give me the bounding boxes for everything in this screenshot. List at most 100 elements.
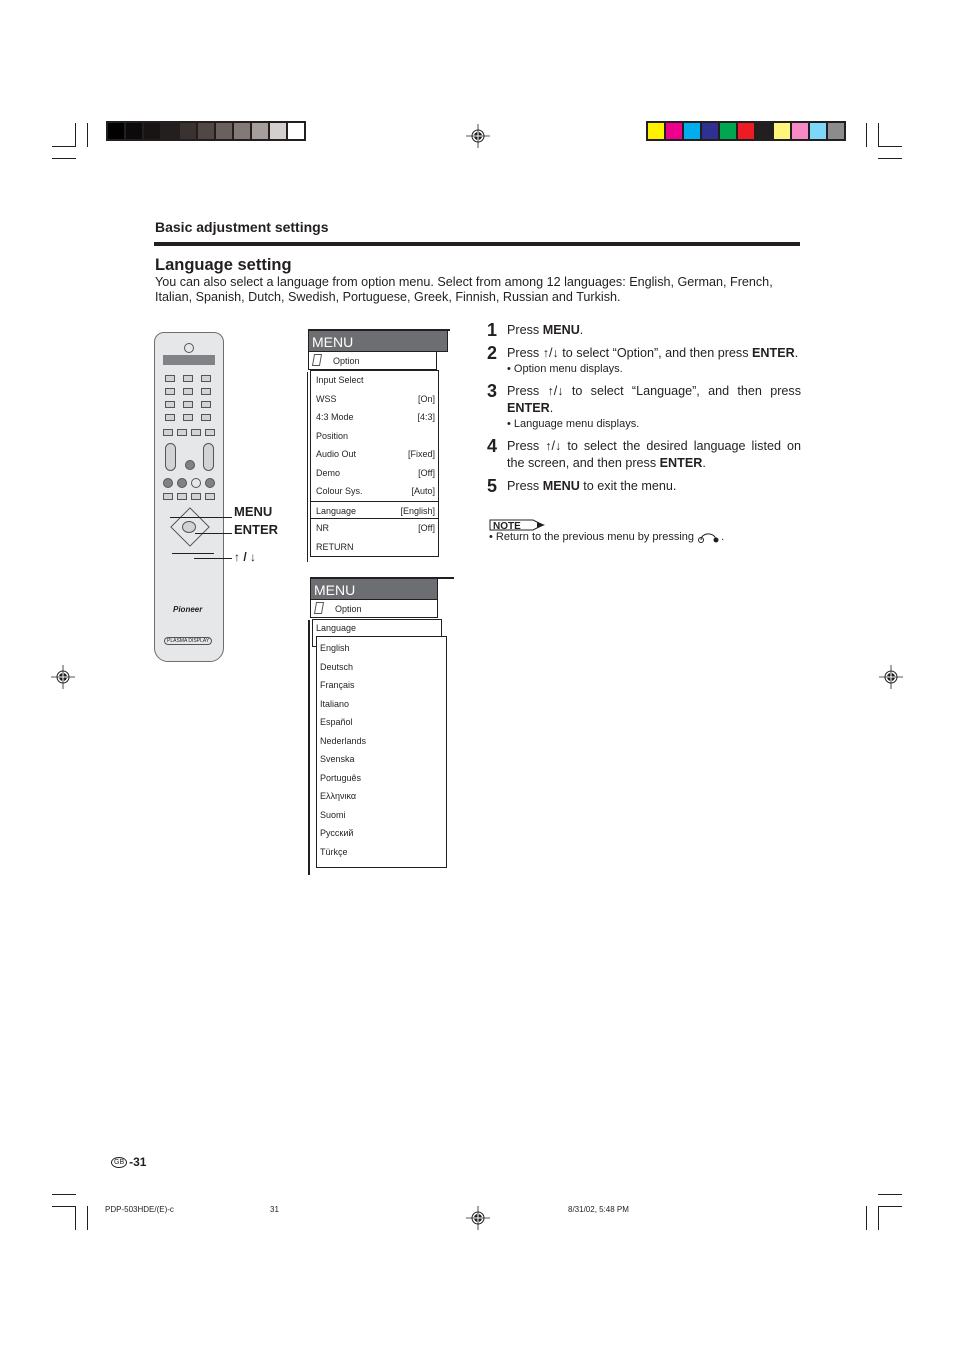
color-swatch <box>252 123 268 139</box>
language-label: Nederlands <box>320 735 367 746</box>
brand-logo: Pioneer <box>173 605 203 614</box>
language-label: Svenska <box>320 754 355 764</box>
remote-button <box>183 388 193 395</box>
print-timestamp: 8/31/02, 5:48 PM <box>568 1205 629 1214</box>
crop-mark <box>878 1194 902 1195</box>
language-option[interactable]: Svenska <box>317 750 446 769</box>
grayscale-color-bar <box>106 121 306 141</box>
remote-button <box>201 375 211 382</box>
color-swatch <box>648 123 664 139</box>
color-swatch <box>828 123 844 139</box>
callout-line <box>194 558 232 559</box>
step-3: 3 Press ↑/↓ to select “Language”, and the… <box>487 382 801 432</box>
crop-mark <box>52 146 75 147</box>
menu-item-nr[interactable]: NR [Off] <box>311 519 438 538</box>
cmyk-color-bar <box>646 121 846 141</box>
step-note: • Language menu displays. <box>507 418 640 430</box>
menu-item-language[interactable]: Language [English] <box>310 500 439 519</box>
power-button <box>184 343 194 353</box>
model-label: PLASMA DISPLAY <box>164 637 213 645</box>
language-label: Español <box>320 717 353 727</box>
step-text-key: ENTER <box>659 456 703 470</box>
menu-item-return[interactable]: RETURN <box>311 538 438 557</box>
menu-callout: MENU <box>234 504 273 519</box>
language-label: Deutsch <box>320 661 354 672</box>
step-text-post: . <box>794 346 799 360</box>
language-list: English Deutsch Français Italiano Español Ned… <box>316 636 447 868</box>
color-swatch <box>234 123 250 139</box>
remote-button <box>165 401 175 408</box>
color-swatch <box>702 123 718 139</box>
menu-item-input-select[interactable]: Input Select <box>311 371 438 390</box>
language-option[interactable]: Español <box>317 713 446 732</box>
menu-item-position[interactable]: Position <box>311 427 438 446</box>
color-swatch <box>756 123 772 139</box>
step-note: • Option menu displays. <box>507 363 623 375</box>
menu-item-audio-out[interactable]: Audio Out [Fixed] <box>311 445 438 464</box>
color-swatch <box>108 123 124 139</box>
doc-id: PDP-503HDE/(E)-c <box>105 1205 174 1214</box>
color-swatch <box>738 123 754 139</box>
step-text-pre: Press <box>507 479 543 493</box>
remote-button <box>191 493 201 500</box>
step-text-pre: Press <box>507 323 543 337</box>
step-number: 2 <box>487 343 498 363</box>
menu-item-colour-sys[interactable]: Colour Sys. [Auto] <box>311 482 438 501</box>
step-text-key: ENTER <box>752 346 795 360</box>
language-option[interactable]: Deutsch <box>317 658 446 677</box>
section-divider <box>154 242 800 246</box>
option-menu-list: Input Select WSS [On] 4:3 Mode [4:3] Position… <box>310 370 439 557</box>
color-swatch <box>144 123 160 139</box>
menu-item-value: [Fixed] <box>407 449 435 459</box>
color-swatch <box>810 123 826 139</box>
page-number-text: -31 <box>129 1155 147 1169</box>
menu-option-tab[interactable]: Option <box>310 600 438 618</box>
step-text-pre: Press ↑/↓ to select “Option”, and then p… <box>507 346 752 360</box>
page-title: Language setting <box>155 256 292 274</box>
menu-item-value: [Off] <box>418 523 435 533</box>
menu-option-tab[interactable]: Option <box>308 352 437 370</box>
color-swatch <box>126 123 142 139</box>
volume-rocker <box>203 443 214 471</box>
language-option[interactable]: Français <box>317 676 446 695</box>
menu-item-wss[interactable]: WSS [On] <box>311 390 438 409</box>
remote-button <box>205 429 215 436</box>
menu-item-label: NR <box>316 523 329 533</box>
step-1: 1 Press MENU. <box>487 321 801 339</box>
menu-item-label: RETURN <box>316 541 354 552</box>
remote-button <box>205 493 215 500</box>
menu-item-value: [On] <box>417 393 435 404</box>
channel-rocker <box>165 443 176 471</box>
language-label: Türkçe <box>320 846 348 857</box>
arrows-callout: ↑ / ↓ <box>234 550 257 564</box>
instruction-steps: 1 Press MENU. 2 Press ↑/↓ to select “Option… <box>487 321 801 501</box>
language-option[interactable]: Türkçe <box>317 843 446 862</box>
remote-button <box>201 388 211 395</box>
crop-mark <box>878 1206 879 1230</box>
language-option[interactable]: Suomi <box>317 806 446 825</box>
language-option[interactable]: English <box>317 639 446 658</box>
step-4: 4 Press ↑/↓ to select the desired languag… <box>487 437 801 472</box>
menu-item-demo[interactable]: Demo [Off] <box>311 464 438 483</box>
language-option[interactable]: Русский <box>317 824 446 843</box>
language-option[interactable]: Ελληνικα <box>317 787 446 806</box>
step-5: 5 Press MENU to exit the menu. <box>487 477 801 495</box>
color-swatch <box>198 123 214 139</box>
color-swatch <box>270 123 286 139</box>
mute-button <box>185 460 195 470</box>
language-label: Ελληνικα <box>320 791 357 801</box>
language-option[interactable]: Italiano <box>317 695 446 714</box>
language-option[interactable]: Português <box>317 769 446 788</box>
blue-button <box>205 478 215 488</box>
color-swatch <box>792 123 808 139</box>
remote-button <box>201 401 211 408</box>
menu-item-label: 4:3 Mode <box>316 412 354 422</box>
language-option[interactable]: Nederlands <box>317 732 446 751</box>
submenu-label: Language <box>316 623 357 633</box>
menu-border <box>308 620 310 875</box>
color-swatch <box>288 123 304 139</box>
menu-item-4-3-mode[interactable]: 4:3 Mode [4:3] <box>311 408 438 427</box>
crop-mark <box>75 1206 76 1230</box>
remote-button <box>163 493 173 500</box>
section-title: Basic adjustment settings <box>155 219 329 235</box>
